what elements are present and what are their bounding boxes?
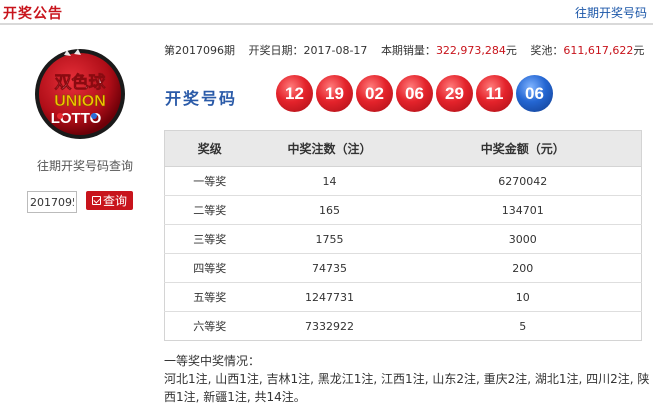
red-ball: 12 xyxy=(276,75,313,112)
winners-detail: 河北1注, 山西1注, 吉林1注, 黑龙江1注, 江西1注, 山东2注, 重庆2… xyxy=(164,372,650,404)
prize-amount: 3000 xyxy=(404,224,642,254)
page-title: 开奖公告 xyxy=(3,6,63,22)
prize-level: 六等奖 xyxy=(193,320,227,333)
date-value: 2017-08-17 xyxy=(303,44,368,57)
period-label: 第2017096期 xyxy=(164,44,235,57)
red-ball: 06 xyxy=(396,75,433,112)
prize-level: 五等奖 xyxy=(164,282,255,312)
column-header-count: 中奖注数（注） xyxy=(254,130,405,167)
checkbox-icon xyxy=(91,196,101,205)
query-button[interactable]: 查询 xyxy=(86,191,133,210)
draw-info: 第2017096期 开奖日期：2017-08-17 本期销量：322,973,2… xyxy=(164,42,644,58)
prize-level: 二等奖 xyxy=(164,195,255,225)
winner-count: 1247731 xyxy=(254,282,405,312)
prize-amount: 134701 xyxy=(404,195,642,225)
red-ball: 11 xyxy=(476,75,513,112)
table-row: 二等奖 165 134701 xyxy=(164,195,642,225)
red-ball: 02 xyxy=(356,75,393,112)
logo-union-text: UNION xyxy=(54,93,106,110)
pool-unit: 元 xyxy=(633,44,645,57)
pool-label: 奖池： xyxy=(530,44,564,57)
winner-count: 14 xyxy=(254,166,405,196)
prize-level: 四等奖 xyxy=(164,253,255,283)
column-header-amount: 中奖金额（元） xyxy=(404,130,642,167)
sales-unit: 元 xyxy=(505,44,517,57)
red-ball: 19 xyxy=(316,75,353,112)
draw-balls: 12 19 02 06 29 11 06 xyxy=(276,75,553,115)
period-input[interactable] xyxy=(27,191,77,213)
union-lotto-logo: 双色球 UNION LOTTO xyxy=(35,49,125,139)
prize-amount: 200 xyxy=(404,253,642,283)
table-row: 六等奖 7332922 5 xyxy=(165,312,642,341)
winner-count: 74735 xyxy=(254,253,405,283)
sales-label: 本期销量： xyxy=(380,44,436,57)
prize-level: 三等奖 xyxy=(164,224,255,254)
winner-count: 7332922 xyxy=(305,319,354,333)
winner-count: 1755 xyxy=(254,224,405,254)
prize-amount: 10 xyxy=(404,282,642,312)
sales-value: 322,973,284 xyxy=(435,44,506,57)
pool-value: 611,617,622 xyxy=(563,44,634,57)
page-header: 开奖公告 往期开奖号码 xyxy=(0,0,653,25)
table-row: 四等奖 74735 200 xyxy=(164,253,642,283)
winner-count: 165 xyxy=(254,195,405,225)
prize-table: 奖级 中奖注数（注） 中奖金额（元） 一等奖 14 6270042 二等奖 16… xyxy=(164,130,642,341)
history-query-caption: 往期开奖号码查询 xyxy=(36,159,133,173)
prize-amount: 6270042 xyxy=(404,166,642,196)
red-ball: 29 xyxy=(436,75,473,112)
table-row: 三等奖 1755 3000 xyxy=(164,224,642,254)
query-button-label: 查询 xyxy=(102,194,127,208)
column-header-level: 奖级 xyxy=(164,130,255,167)
table-row: 一等奖 14 6270042 xyxy=(164,166,642,196)
history-numbers-link[interactable]: 往期开奖号码 xyxy=(575,4,647,21)
table-row: 五等奖 1247731 10 xyxy=(164,282,642,312)
table-header-row: 奖级 中奖注数（注） 中奖金额（元） xyxy=(164,130,642,167)
blue-ball: 06 xyxy=(516,75,553,112)
winners-title: 一等奖中奖情况： xyxy=(164,354,261,368)
logo-brand-text: 双色球 xyxy=(55,72,107,93)
date-label: 开奖日期： xyxy=(248,44,304,57)
prize-level: 一等奖 xyxy=(164,166,255,196)
first-prize-winners: 一等奖中奖情况： 河北1注, 山西1注, 吉林1注, 黑龙江1注, 江西1注, … xyxy=(164,352,650,406)
draw-numbers-label: 开奖号码 xyxy=(165,89,238,108)
prize-amount: 5 xyxy=(519,319,527,333)
